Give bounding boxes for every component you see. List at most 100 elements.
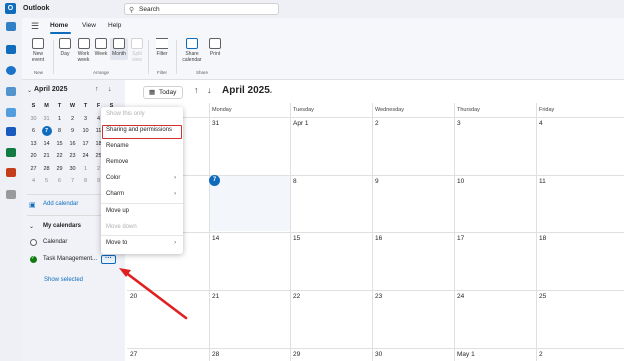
- date-cell[interactable]: 23: [375, 293, 382, 300]
- date-cell[interactable]: 30: [375, 351, 382, 358]
- tab-view[interactable]: View: [82, 22, 96, 29]
- mini-day[interactable]: 30: [66, 163, 79, 176]
- mini-day[interactable]: 30: [27, 113, 40, 126]
- mini-day[interactable]: 6: [53, 175, 66, 188]
- menu-item-rename[interactable]: Rename: [106, 143, 129, 149]
- mini-day[interactable]: 28: [40, 163, 53, 176]
- day-view-button[interactable]: Day: [57, 38, 73, 57]
- menu-item-move-to[interactable]: Move to: [106, 240, 127, 246]
- calendar-item-label[interactable]: Calendar: [43, 239, 67, 245]
- mini-day[interactable]: 21: [40, 150, 53, 163]
- date-cell[interactable]: 15: [293, 235, 300, 242]
- mini-calendar-title[interactable]: April 2025: [34, 86, 67, 93]
- my-calendars-chevron-icon[interactable]: ⌄: [29, 223, 34, 230]
- split-view-button[interactable]: Split view: [129, 38, 145, 63]
- share-calendar-button[interactable]: Share calendar: [180, 38, 204, 63]
- menu-item-remove[interactable]: Remove: [106, 159, 128, 165]
- date-cell[interactable]: 11: [539, 178, 546, 185]
- menu-item-color[interactable]: Color: [106, 175, 120, 181]
- date-cell[interactable]: 17: [457, 235, 464, 242]
- menu-icon[interactable]: ☰: [31, 21, 39, 32]
- date-cell[interactable]: 2: [539, 351, 543, 358]
- date-cell[interactable]: 4: [539, 120, 543, 127]
- mini-day[interactable]: 22: [53, 150, 66, 163]
- mini-day[interactable]: 2: [66, 113, 79, 126]
- mini-day[interactable]: 8: [79, 175, 92, 188]
- week-view-button[interactable]: Week: [93, 38, 109, 57]
- filter-button[interactable]: Filter: [153, 38, 171, 57]
- today-date-marker[interactable]: 7: [209, 175, 220, 186]
- mini-day[interactable]: 17: [79, 138, 92, 151]
- mini-day[interactable]: 29: [53, 163, 66, 176]
- mini-day[interactable]: 27: [27, 163, 40, 176]
- date-cell[interactable]: 27: [130, 351, 137, 358]
- date-cell[interactable]: Apr 1: [293, 120, 309, 127]
- mini-day[interactable]: 5: [40, 175, 53, 188]
- month-view-button[interactable]: Month: [110, 38, 128, 60]
- search-input[interactable]: ⚲ Search: [124, 3, 279, 15]
- date-cell[interactable]: 10: [457, 178, 464, 185]
- work-week-view-button[interactable]: Work week: [75, 38, 92, 63]
- mail-app-icon[interactable]: [6, 22, 16, 31]
- date-cell[interactable]: 29: [293, 351, 300, 358]
- date-cell[interactable]: 21: [212, 293, 219, 300]
- excel-app-icon[interactable]: [6, 148, 16, 157]
- task-management-calendar-label[interactable]: Task Management...: [43, 256, 97, 262]
- people-app-icon[interactable]: [6, 66, 16, 75]
- tab-help[interactable]: Help: [108, 22, 121, 29]
- more-apps-icon[interactable]: [6, 190, 16, 199]
- calendar-checkbox[interactable]: [30, 239, 37, 246]
- calendar-app-icon[interactable]: [6, 45, 16, 54]
- menu-item-charm[interactable]: Charm: [106, 191, 124, 197]
- powerpoint-app-icon[interactable]: [6, 168, 16, 177]
- mini-day[interactable]: 6: [27, 125, 40, 138]
- menu-item-move-up[interactable]: Move up: [106, 208, 129, 214]
- month-title[interactable]: April 2025: [222, 85, 270, 96]
- mini-day[interactable]: 9: [66, 125, 79, 138]
- date-cell[interactable]: 20: [130, 293, 137, 300]
- word-app-icon[interactable]: [6, 127, 16, 136]
- date-cell[interactable]: 16: [375, 235, 382, 242]
- mini-day[interactable]: 10: [79, 125, 92, 138]
- mini-day[interactable]: 3: [79, 113, 92, 126]
- mini-day[interactable]: 1: [53, 113, 66, 126]
- previous-month-icon[interactable]: ↑: [194, 85, 199, 95]
- date-cell[interactable]: 22: [293, 293, 300, 300]
- date-cell[interactable]: 2: [375, 120, 379, 127]
- mini-day[interactable]: 1: [79, 163, 92, 176]
- date-cell[interactable]: 25: [539, 293, 546, 300]
- date-cell[interactable]: 14: [212, 235, 219, 242]
- date-cell[interactable]: 31: [212, 120, 219, 127]
- date-cell[interactable]: 8: [293, 178, 297, 185]
- mini-day[interactable]: 8: [53, 125, 66, 138]
- show-selected-link[interactable]: Show selected: [44, 277, 83, 283]
- mini-day[interactable]: 16: [66, 138, 79, 151]
- collapse-chevron-icon[interactable]: ⌄: [27, 87, 32, 94]
- date-cell[interactable]: 28: [212, 351, 219, 358]
- mini-day[interactable]: 13: [27, 138, 40, 151]
- date-cell[interactable]: May 1: [457, 351, 475, 358]
- more-options-icon[interactable]: ···: [101, 255, 116, 264]
- groups-app-icon[interactable]: [6, 87, 16, 96]
- mini-day[interactable]: 7: [66, 175, 79, 188]
- date-cell[interactable]: 24: [457, 293, 464, 300]
- mini-day[interactable]: 15: [53, 138, 66, 151]
- mini-day[interactable]: 14: [40, 138, 53, 151]
- mini-next-arrow-icon[interactable]: ↓: [108, 86, 112, 93]
- mini-day[interactable]: 31: [40, 113, 53, 126]
- mini-day[interactable]: 23: [66, 150, 79, 163]
- new-event-button[interactable]: New event: [28, 38, 48, 63]
- date-cell[interactable]: 18: [539, 235, 546, 242]
- add-calendar-link[interactable]: Add calendar: [43, 201, 78, 207]
- print-button[interactable]: Print: [206, 38, 224, 57]
- month-dropdown-icon[interactable]: ⌄: [268, 87, 273, 95]
- next-month-icon[interactable]: ↓: [207, 85, 212, 95]
- add-calendar-icon[interactable]: ▣: [29, 201, 36, 209]
- today-button[interactable]: ▦ Today: [143, 86, 183, 99]
- mini-day[interactable]: 24: [79, 150, 92, 163]
- mini-prev-arrow-icon[interactable]: ↑: [95, 86, 99, 93]
- tab-home[interactable]: Home: [50, 22, 68, 29]
- mini-day[interactable]: 4: [27, 175, 40, 188]
- todo-app-icon[interactable]: [6, 108, 16, 117]
- mini-day[interactable]: 7: [40, 125, 53, 138]
